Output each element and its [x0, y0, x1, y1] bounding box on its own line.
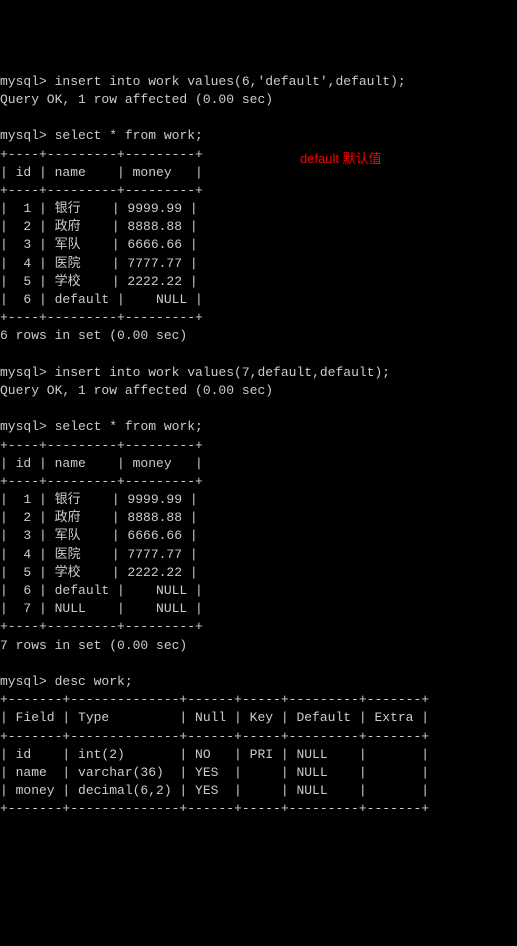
- table-row: | 1 | 银行 | 9999.99 |: [0, 201, 198, 216]
- table-border: +----+---------+---------+: [0, 183, 203, 198]
- table-row: | 2 | 政府 | 8888.88 |: [0, 219, 198, 234]
- desc-row: | id | int(2) | NO | PRI | NULL | |: [0, 747, 429, 762]
- prompt: mysql>: [0, 674, 47, 689]
- sql-command: select * from work;: [55, 128, 203, 143]
- query-result: Query OK, 1 row affected (0.00 sec): [0, 383, 273, 398]
- table-row: | 1 | 银行 | 9999.99 |: [0, 492, 198, 507]
- table-row: | 3 | 军队 | 6666.66 |: [0, 237, 198, 252]
- annotation-label: default 默认值: [300, 150, 382, 168]
- prompt: mysql>: [0, 74, 47, 89]
- desc-row: | name | varchar(36) | YES | | NULL | |: [0, 765, 429, 780]
- table-border: +----+---------+---------+: [0, 147, 203, 162]
- prompt: mysql>: [0, 419, 47, 434]
- table-border: +----+---------+---------+: [0, 310, 203, 325]
- table-border: +----+---------+---------+: [0, 619, 203, 634]
- table-row: | 6 | default | NULL |: [0, 583, 203, 598]
- table-row: | 3 | 军队 | 6666.66 |: [0, 528, 198, 543]
- table-border: +----+---------+---------+: [0, 438, 203, 453]
- table-header: | id | name | money |: [0, 165, 203, 180]
- table-row: | 4 | 医院 | 7777.77 |: [0, 547, 198, 562]
- desc-border: +-------+--------------+------+-----+---…: [0, 729, 429, 744]
- prompt: mysql>: [0, 128, 47, 143]
- table-row: | 5 | 学校 | 2222.22 |: [0, 274, 198, 289]
- table-row: | 5 | 学校 | 2222.22 |: [0, 565, 198, 580]
- table-border: +----+---------+---------+: [0, 474, 203, 489]
- desc-row: | money | decimal(6,2) | YES | | NULL | …: [0, 783, 429, 798]
- sql-command: insert into work values(6,'default',defa…: [55, 74, 406, 89]
- sql-command: desc work;: [55, 674, 133, 689]
- table-header: | id | name | money |: [0, 456, 203, 471]
- table-row: | 2 | 政府 | 8888.88 |: [0, 510, 198, 525]
- row-count: 6 rows in set (0.00 sec): [0, 328, 187, 343]
- query-result: Query OK, 1 row affected (0.00 sec): [0, 92, 273, 107]
- table-row: | 6 | default | NULL |: [0, 292, 203, 307]
- table-row: | 7 | NULL | NULL |: [0, 601, 203, 616]
- terminal-output: mysql> insert into work values(6,'defaul…: [0, 73, 517, 819]
- prompt: mysql>: [0, 365, 47, 380]
- desc-header: | Field | Type | Null | Key | Default | …: [0, 710, 429, 725]
- table-row: | 4 | 医院 | 7777.77 |: [0, 256, 198, 271]
- row-count: 7 rows in set (0.00 sec): [0, 638, 187, 653]
- sql-command: insert into work values(7,default,defaul…: [55, 365, 390, 380]
- desc-border: +-------+--------------+------+-----+---…: [0, 801, 429, 816]
- desc-border: +-------+--------------+------+-----+---…: [0, 692, 429, 707]
- sql-command: select * from work;: [55, 419, 203, 434]
